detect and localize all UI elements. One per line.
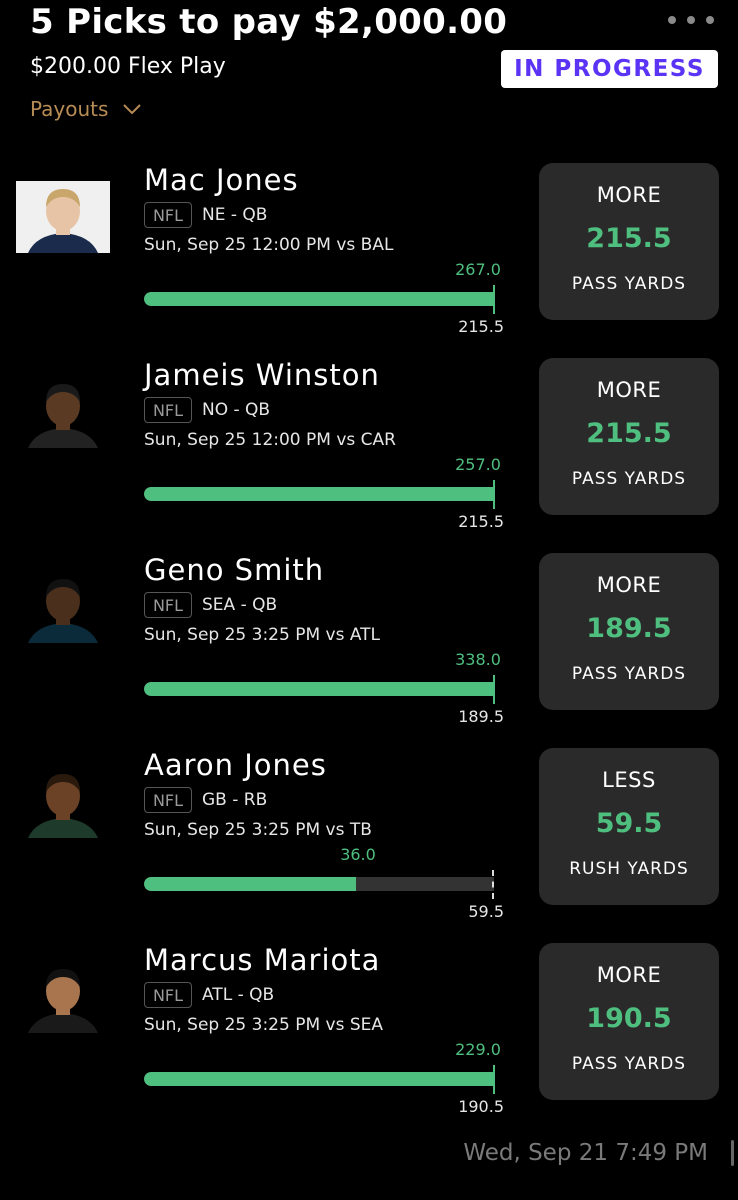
player-name: Aaron Jones [144, 748, 327, 782]
player-avatar [16, 961, 110, 1033]
target-value: 59.5 [468, 902, 504, 921]
team-position: ATL - QB [202, 985, 275, 1005]
target-marker [493, 480, 495, 509]
progress-track [144, 487, 494, 501]
league-tag: NFL [144, 787, 192, 813]
stat-type: PASS YARDS [571, 274, 687, 294]
progress-fill [144, 1072, 494, 1086]
payouts-label: Payouts [30, 97, 109, 121]
pick-row[interactable]: Marcus Mariota NFL ATL - QB Sun, Sep 25 … [0, 943, 738, 1138]
status-badge: IN PROGRESS [501, 50, 718, 88]
game-info: Sun, Sep 25 3:25 PM vs TB [144, 820, 372, 840]
pick-direction: MORE [596, 573, 662, 597]
projection-card[interactable]: MORE 189.5 PASS YARDS [539, 553, 719, 710]
progress-track [144, 1072, 494, 1086]
target-value: 215.5 [458, 512, 504, 531]
progress-track [144, 877, 494, 891]
current-stat: 267.0 [455, 260, 501, 279]
pick-direction: MORE [596, 963, 662, 987]
stat-type: PASS YARDS [571, 469, 687, 489]
more-dots-icon[interactable] [664, 12, 718, 28]
projection-card[interactable]: LESS 59.5 RUSH YARDS [539, 748, 719, 905]
progress-fill [144, 292, 494, 306]
player-avatar [16, 376, 110, 448]
league-tag: NFL [144, 592, 192, 618]
league-tag: NFL [144, 982, 192, 1008]
game-info: Sun, Sep 25 12:00 PM vs BAL [144, 235, 394, 255]
progress-fill [144, 487, 494, 501]
game-info: Sun, Sep 25 3:25 PM vs SEA [144, 1015, 384, 1035]
league-tag: NFL [144, 397, 192, 423]
pick-row[interactable]: Aaron Jones NFL GB - RB Sun, Sep 25 3:25… [0, 748, 738, 943]
projection-card[interactable]: MORE 215.5 PASS YARDS [539, 163, 719, 320]
projection-line: 189.5 [586, 613, 672, 644]
target-value: 189.5 [458, 707, 504, 726]
current-stat: 338.0 [455, 650, 501, 669]
game-info: Sun, Sep 25 3:25 PM vs ATL [144, 625, 381, 645]
pick-row[interactable]: Geno Smith NFL SEA - QB Sun, Sep 25 3:25… [0, 553, 738, 748]
projection-line: 215.5 [586, 418, 672, 449]
projection-line: 190.5 [586, 1003, 672, 1034]
projection-card[interactable]: MORE 215.5 PASS YARDS [539, 358, 719, 515]
player-name: Geno Smith [144, 553, 325, 587]
game-info: Sun, Sep 25 12:00 PM vs CAR [144, 430, 396, 450]
stat-type: PASS YARDS [571, 664, 687, 684]
progress-track [144, 292, 494, 306]
team-position: GB - RB [202, 790, 268, 810]
team-position: SEA - QB [202, 595, 278, 615]
target-marker [493, 1065, 495, 1094]
target-marker [493, 675, 495, 704]
dot [668, 16, 676, 24]
pick-direction: MORE [596, 183, 662, 207]
player-name: Marcus Mariota [144, 943, 381, 977]
pick-direction: LESS [602, 768, 656, 792]
play-type: $200.00 Flex Play [30, 54, 226, 79]
player-avatar [16, 571, 110, 643]
projection-line: 215.5 [586, 223, 672, 254]
player-name: Mac Jones [144, 163, 299, 197]
projection-line: 59.5 [595, 808, 663, 839]
stat-type: PASS YARDS [571, 1054, 687, 1074]
current-stat: 229.0 [455, 1040, 501, 1059]
player-avatar [16, 181, 110, 253]
player-name: Jameis Winston [144, 358, 380, 392]
target-marker [493, 285, 495, 314]
page-title: 5 Picks to pay $2,000.00 [30, 2, 508, 42]
pick-row[interactable]: Jameis Winston NFL NO - QB Sun, Sep 25 1… [0, 358, 738, 553]
league-tag: NFL [144, 202, 192, 228]
team-position: NO - QB [202, 400, 271, 420]
target-value: 190.5 [458, 1097, 504, 1116]
stat-type: RUSH YARDS [569, 859, 689, 879]
dot [687, 16, 695, 24]
pick-row[interactable]: Mac Jones NFL NE - QB Sun, Sep 25 12:00 … [0, 163, 738, 358]
target-marker [492, 870, 494, 899]
projection-card[interactable]: MORE 190.5 PASS YARDS [539, 943, 719, 1100]
current-stat: 36.0 [340, 845, 376, 864]
current-stat: 257.0 [455, 455, 501, 474]
timestamp: Wed, Sep 21 7:49 PM [463, 1140, 708, 1166]
dot [706, 16, 714, 24]
progress-fill [144, 682, 494, 696]
team-position: NE - QB [202, 205, 268, 225]
scrollbar[interactable] [731, 1140, 734, 1166]
payouts-toggle[interactable]: Payouts [30, 97, 142, 121]
pick-direction: MORE [596, 378, 662, 402]
progress-fill [144, 877, 356, 891]
player-avatar [16, 766, 110, 838]
target-value: 215.5 [458, 317, 504, 336]
progress-track [144, 682, 494, 696]
chevron-down-icon [123, 104, 142, 115]
